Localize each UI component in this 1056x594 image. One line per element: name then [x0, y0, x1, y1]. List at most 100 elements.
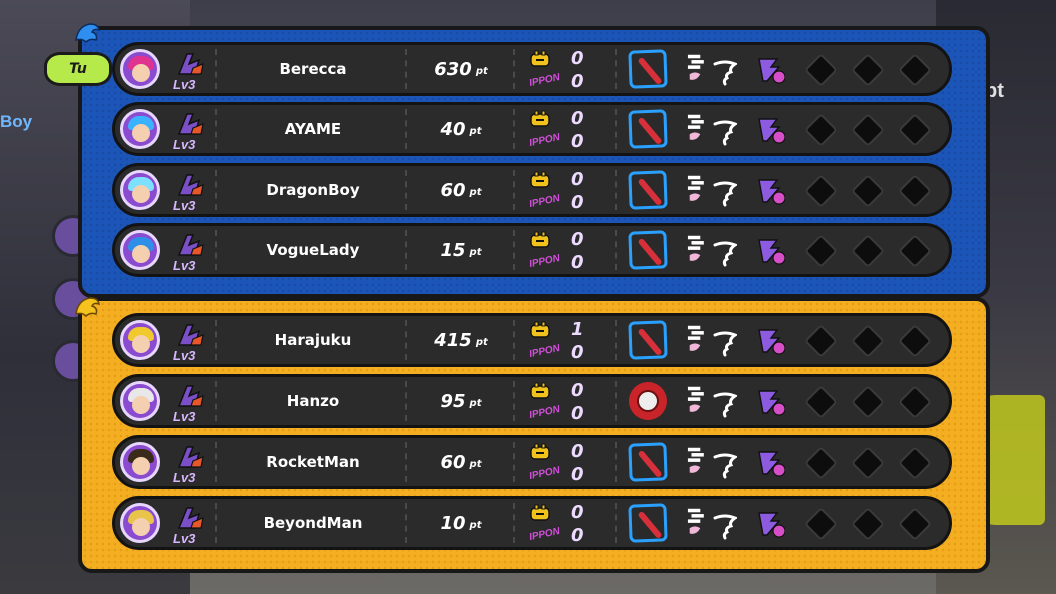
divider	[215, 503, 217, 543]
ippon-label: IPPON	[528, 464, 561, 483]
level-text: Lv3	[173, 198, 196, 213]
player-row[interactable]: Lv3 DragonBoy 60 pt IPPON 0 0	[112, 163, 952, 217]
level-text: Lv3	[173, 77, 196, 92]
super-skill-icon	[758, 390, 785, 416]
player-points: 40 pt	[407, 105, 515, 153]
wins-count: 0	[571, 380, 584, 401]
player-name: BeyondMan	[263, 514, 363, 532]
level-emblem-icon	[177, 385, 204, 407]
divider	[615, 170, 617, 210]
bat-shape	[637, 177, 663, 207]
points-value: 630	[434, 58, 472, 80]
level-badge: Lv3	[173, 382, 207, 424]
player-row[interactable]: Lv3 Harajuku 415 pt IPPON 1 0	[112, 313, 952, 367]
super-skill-icon	[758, 239, 785, 265]
bat-weapon-icon	[628, 109, 668, 149]
player-points: 15 pt	[407, 226, 515, 274]
avatar-face	[132, 335, 150, 353]
player-row[interactable]: Lv3 Berecca 630 pt IPPON 0 0	[112, 42, 952, 96]
empty-slot-icon	[851, 446, 885, 480]
points-unit: pt	[469, 125, 482, 137]
bat-shape	[637, 56, 663, 86]
ippon-label: IPPON	[528, 403, 561, 422]
empty-slot-icon	[851, 324, 885, 358]
super-skill-icon	[758, 451, 785, 477]
divider	[615, 320, 617, 360]
level-text: Lv3	[173, 409, 196, 424]
tornado-skill-icon	[713, 241, 737, 267]
dash-skill-icon	[687, 386, 704, 412]
player-avatar	[120, 503, 160, 543]
level-badge: Lv3	[173, 443, 207, 485]
blue-dragon-icon	[75, 23, 100, 44]
level-emblem-icon	[177, 113, 204, 135]
empty-slot-icon	[851, 385, 885, 419]
level-badge: Lv3	[173, 171, 207, 213]
points-unit: pt	[469, 458, 482, 470]
player-row[interactable]: Lv3 VogueLady 15 pt IPPON 0 0	[112, 223, 952, 277]
ippon-count: 0	[571, 403, 584, 424]
player-points: 630 pt	[407, 45, 515, 93]
medal-icon	[530, 50, 550, 67]
points-unit: pt	[469, 186, 482, 198]
score-cell: IPPON 0 0	[515, 166, 615, 214]
empty-slot-icon	[804, 446, 838, 480]
wins-count: 0	[571, 502, 584, 523]
empty-slot-icon	[851, 174, 885, 208]
empty-slot-icon	[804, 234, 838, 268]
player-row[interactable]: Lv3 BeyondMan 10 pt IPPON 0 0	[112, 496, 952, 550]
ippon-count: 0	[571, 525, 584, 546]
ippon-count: 0	[571, 252, 584, 273]
bat-shape	[637, 449, 663, 479]
avatar-face	[132, 64, 150, 82]
divider	[215, 381, 217, 421]
divider	[615, 109, 617, 149]
medal-icon	[530, 231, 550, 248]
score-cell: IPPON 0 0	[515, 226, 615, 274]
player-points: 10 pt	[407, 499, 515, 547]
level-text: Lv3	[173, 258, 196, 273]
tornado-skill-icon	[713, 453, 737, 479]
medal-icon	[530, 504, 550, 521]
level-badge: Lv3	[173, 50, 207, 92]
dash-skill-icon	[687, 114, 704, 140]
empty-slot-icon	[804, 385, 838, 419]
empty-slot-icon	[898, 385, 932, 419]
empty-slot-icon	[898, 446, 932, 480]
ippon-count: 0	[571, 192, 584, 213]
divider	[615, 49, 617, 89]
bat-weapon-icon	[628, 49, 668, 89]
points-unit: pt	[469, 246, 482, 258]
wins-count: 0	[571, 48, 584, 69]
level-badge: Lv3	[173, 231, 207, 273]
player-name: VogueLady	[266, 241, 360, 259]
yoyo-center	[636, 389, 660, 413]
empty-slot-icon	[898, 507, 932, 541]
bat-weapon-icon	[628, 230, 668, 270]
dash-skill-icon	[687, 325, 704, 351]
ippon-label: IPPON	[528, 192, 561, 211]
player-row[interactable]: Lv3 RocketMan 60 pt IPPON 0 0	[112, 435, 952, 489]
player-points: 415 pt	[407, 316, 515, 364]
ippon-label: IPPON	[528, 252, 561, 271]
empty-slot-icon	[804, 324, 838, 358]
super-skill-icon	[758, 118, 785, 144]
tornado-skill-icon	[713, 514, 737, 540]
medal-icon	[530, 171, 550, 188]
player-row[interactable]: Lv3 Hanzo 95 pt IPPON 0 0	[112, 374, 952, 428]
super-skill-icon	[758, 179, 785, 205]
divider	[615, 442, 617, 482]
ippon-count: 0	[571, 131, 584, 152]
player-name: Hanzo	[286, 392, 340, 410]
player-row[interactable]: Lv3 AYAME 40 pt IPPON 0 0	[112, 102, 952, 156]
empty-slot-icon	[851, 507, 885, 541]
empty-slot-icon	[804, 174, 838, 208]
avatar-face	[132, 518, 150, 536]
empty-slot-icon	[898, 324, 932, 358]
wins-count: 0	[571, 441, 584, 462]
empty-slot-icon	[898, 113, 932, 147]
player-avatar	[120, 381, 160, 421]
points-unit: pt	[475, 65, 488, 77]
divider	[615, 381, 617, 421]
points-unit: pt	[475, 336, 488, 348]
